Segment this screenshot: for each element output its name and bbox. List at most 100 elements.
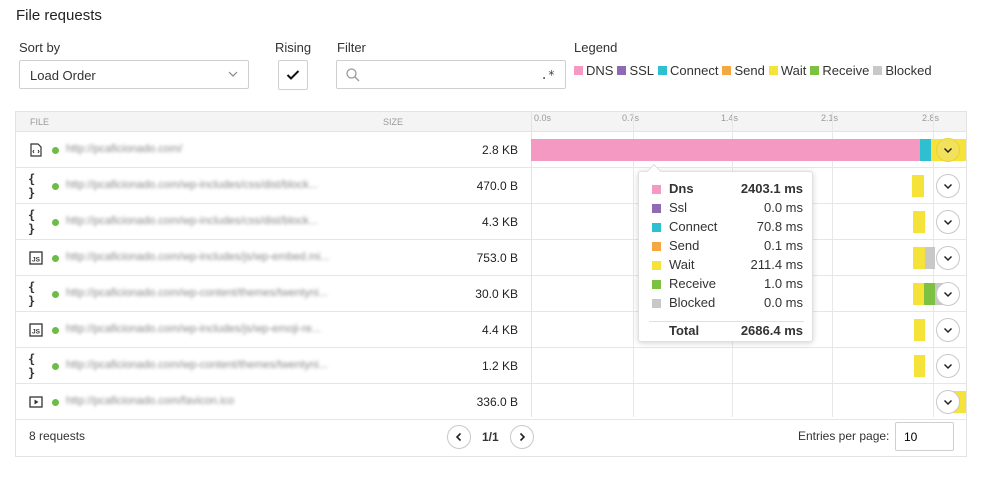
prev-page-button[interactable]: [447, 425, 471, 449]
tooltip-total-row: Total 2686.4 ms: [651, 322, 803, 341]
checkmark-icon: [286, 70, 300, 80]
legend-item-send: Send: [722, 63, 765, 78]
file-size: 30.0 KB: [475, 287, 518, 301]
legend-item-wait: Wait: [768, 63, 807, 78]
file-size: 753.0 B: [476, 251, 518, 265]
tooltip-value: 1.0 ms: [763, 276, 803, 291]
expand-row-button[interactable]: [936, 210, 960, 234]
table-row[interactable]: http://pcaficionado.com/2.8 KB: [16, 132, 966, 168]
tooltip-swatch: [652, 185, 661, 194]
file-url[interactable]: http://pcaficionado.com/wp-includes/js/w…: [66, 323, 376, 335]
legend-swatch: [873, 66, 883, 75]
page-indicator: 1/1: [482, 430, 499, 444]
chevron-down-icon: [943, 363, 953, 370]
request-count: 8 requests: [29, 429, 86, 443]
regex-toggle-icon[interactable]: .*: [541, 68, 555, 82]
legend-swatch: [617, 66, 627, 75]
status-dot: [52, 183, 59, 190]
timing-bar: [913, 283, 924, 305]
status-dot: [52, 147, 59, 154]
entries-per-page-input[interactable]: [904, 428, 948, 446]
expand-row-button[interactable]: [936, 282, 960, 306]
tooltip-swatch: [652, 261, 661, 270]
tooltip-row-ssl: Ssl 0.0 ms: [651, 199, 803, 218]
table-row[interactable]: { } http://pcaficionado.com/wp-content/th…: [16, 276, 966, 312]
html-icon: [28, 142, 44, 158]
table-row[interactable]: http://pcaficionado.com/favicon.ico 336.0…: [16, 384, 966, 420]
file-url[interactable]: http://pcaficionado.com/: [66, 143, 376, 155]
tooltip-value: 0.0 ms: [763, 295, 803, 310]
file-size: 1.2 KB: [481, 359, 518, 373]
timing-bar: [920, 139, 931, 161]
chevron-down-icon: [228, 71, 238, 77]
timing-bar: [925, 247, 935, 269]
tooltip-value: 70.8 ms: [756, 219, 803, 234]
tooltip-row-blocked: Blocked 0.0 ms: [651, 294, 803, 313]
next-page-button[interactable]: [510, 425, 534, 449]
expand-row-button[interactable]: [936, 246, 960, 270]
timing-bar: [914, 355, 925, 377]
legend-item-label: Wait: [780, 63, 807, 78]
chevron-down-icon: [943, 255, 953, 262]
rising-label: Rising: [275, 40, 312, 55]
file-url[interactable]: http://pcaficionado.com/wp-content/theme…: [66, 359, 376, 371]
sort-by-value: Load Order: [30, 68, 96, 83]
chevron-down-icon: [943, 147, 953, 154]
status-dot: [52, 219, 59, 226]
css-icon: { }: [28, 208, 36, 236]
tooltip-value: 0.0 ms: [763, 200, 803, 215]
legend-item-label: Connect: [670, 63, 719, 78]
expand-row-button[interactable]: [936, 390, 960, 414]
rising-checkbox[interactable]: [278, 60, 308, 90]
filter-label: Filter: [337, 40, 366, 55]
file-url[interactable]: http://pcaficionado.com/favicon.ico: [66, 395, 376, 407]
expand-row-button[interactable]: [936, 318, 960, 342]
media-icon: [28, 394, 44, 410]
legend-item-connect: Connect: [658, 63, 718, 78]
file-size: 4.4 KB: [481, 323, 518, 337]
legend: DNS SSL Connect Send Wait Receive Blocked: [574, 63, 936, 78]
filter-field: .*: [336, 60, 566, 89]
legend-swatch: [722, 66, 732, 75]
css-icon: { }: [28, 280, 36, 308]
status-dot: [52, 291, 59, 298]
table-row[interactable]: { } http://pcaficionado.com/wp-content/th…: [16, 348, 966, 384]
expand-row-button[interactable]: [936, 174, 960, 198]
tooltip-swatch: [652, 299, 661, 308]
timing-bar: [914, 319, 925, 341]
tooltip-total-value: 2686.4 ms: [740, 323, 803, 338]
file-size: 336.0 B: [476, 395, 518, 409]
file-size: 470.0 B: [476, 179, 518, 193]
js-icon: JS: [28, 322, 44, 338]
table-row[interactable]: JS http://pcaficionado.com/wp-includes/js…: [16, 312, 966, 348]
file-url[interactable]: http://pcaficionado.com/wp-includes/js/w…: [66, 251, 376, 263]
tooltip-swatch: [652, 280, 661, 289]
table-row[interactable]: { } http://pcaficionado.com/wp-includes/c…: [16, 168, 966, 204]
legend-item-label: Blocked: [885, 63, 932, 78]
tooltip-row-dns: Dns 2403.1 ms: [651, 180, 803, 199]
table-row[interactable]: JS http://pcaficionado.com/wp-includes/js…: [16, 240, 966, 276]
search-icon: [346, 68, 360, 82]
file-url[interactable]: http://pcaficionado.com/wp-includes/css/…: [66, 215, 376, 227]
expand-row-button[interactable]: [936, 354, 960, 378]
timing-bar: [912, 175, 924, 197]
time-tick-label: 1.4s: [721, 113, 739, 123]
sort-by-label: Sort by: [19, 40, 61, 55]
svg-text:JS: JS: [32, 329, 41, 336]
expand-row-button[interactable]: [936, 138, 960, 162]
entries-per-page-field: [895, 422, 954, 451]
timing-bar: [531, 139, 920, 161]
file-size: 2.8 KB: [481, 143, 518, 157]
table-row[interactable]: { } http://pcaficionado.com/wp-includes/c…: [16, 204, 966, 240]
svg-text:JS: JS: [32, 257, 41, 264]
filter-input[interactable]: [367, 65, 527, 85]
entries-per-page-label: Entries per page:: [798, 429, 890, 443]
sort-by-select[interactable]: Load Order: [19, 60, 249, 89]
page-title: File requests: [16, 7, 102, 24]
legend-swatch: [768, 66, 778, 75]
table-footer: 8 requests 1/1 Entries per page:: [16, 417, 966, 457]
status-dot: [52, 327, 59, 334]
file-url[interactable]: http://pcaficionado.com/wp-includes/css/…: [66, 179, 376, 191]
file-url[interactable]: http://pcaficionado.com/wp-content/theme…: [66, 287, 376, 299]
tooltip-label: Blocked: [669, 295, 716, 310]
